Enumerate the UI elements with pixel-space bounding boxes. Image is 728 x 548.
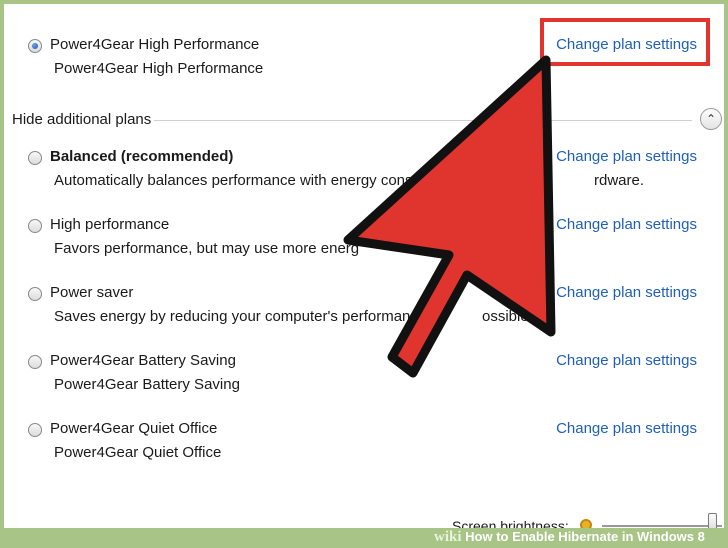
plan-description: Power4Gear High Performance <box>54 60 264 77</box>
change-plan-settings-link[interactable]: Change plan settings <box>556 216 697 233</box>
plan-description: Favors performance, but may use more ene… <box>54 240 360 257</box>
wikihow-logo: wiki <box>434 529 462 545</box>
plan-name: High performance <box>50 216 170 233</box>
plan-radio-selected[interactable] <box>28 39 42 53</box>
plan-radio[interactable] <box>28 151 42 165</box>
chevron-up-icon[interactable]: ⌃ <box>700 108 722 130</box>
change-plan-settings-link[interactable]: Change plan settings <box>556 420 697 437</box>
change-plan-settings-link[interactable]: Change plan settings <box>556 284 697 301</box>
plan-radio[interactable] <box>28 219 42 233</box>
plan-name: Power saver <box>50 284 134 301</box>
plan-description: Automatically balances performance with … <box>54 172 434 189</box>
divider <box>154 120 692 121</box>
plan-description-tail: ossible. <box>482 308 533 325</box>
banner-title: How to Enable Hibernate in Windows 8 <box>465 529 705 544</box>
plan-radio[interactable] <box>28 287 42 301</box>
change-plan-settings-link[interactable]: Change plan settings <box>556 352 697 369</box>
plan-balanced[interactable]: Balanced (recommended) Automatically bal… <box>28 148 718 198</box>
plan-description-tail: rdware. <box>594 172 645 189</box>
plan-power-saver[interactable]: Power saver Saves energy by reducing you… <box>28 284 718 334</box>
banner-text: wiki How to Enable Hibernate in Windows … <box>434 529 705 546</box>
plan-name: Power4Gear Quiet Office <box>50 420 218 437</box>
plan-name: Power4Gear High Performance <box>50 36 260 53</box>
power-options-panel: Power4Gear High Performance Power4Gear H… <box>0 0 728 548</box>
wikihow-banner: wiki How to Enable Hibernate in Windows … <box>0 528 728 548</box>
plan-description: Saves energy by reducing your computer's… <box>54 308 418 325</box>
plan-name: Power4Gear Battery Saving <box>50 352 236 369</box>
change-plan-settings-link[interactable]: Change plan settings <box>556 148 697 165</box>
plan-description: Power4Gear Quiet Office <box>54 444 222 461</box>
brightness-slider-track[interactable] <box>602 525 722 527</box>
plan-description: Power4Gear Battery Saving <box>54 376 240 393</box>
hide-additional-plans-label: Hide additional plans <box>12 111 152 128</box>
plan-radio[interactable] <box>28 423 42 437</box>
hide-additional-plans-row: Hide additional plans ⌃ <box>12 108 722 131</box>
plan-radio[interactable] <box>28 355 42 369</box>
plan-name: Balanced (recommended) <box>50 148 234 165</box>
highlight-box <box>540 18 710 66</box>
plan-power4gear-quiet-office[interactable]: Power4Gear Quiet Office Power4Gear Quiet… <box>28 420 718 470</box>
plan-high-performance[interactable]: High performance Favors performance, but… <box>28 216 718 266</box>
plan-power4gear-battery-saving[interactable]: Power4Gear Battery Saving Power4Gear Bat… <box>28 352 718 402</box>
